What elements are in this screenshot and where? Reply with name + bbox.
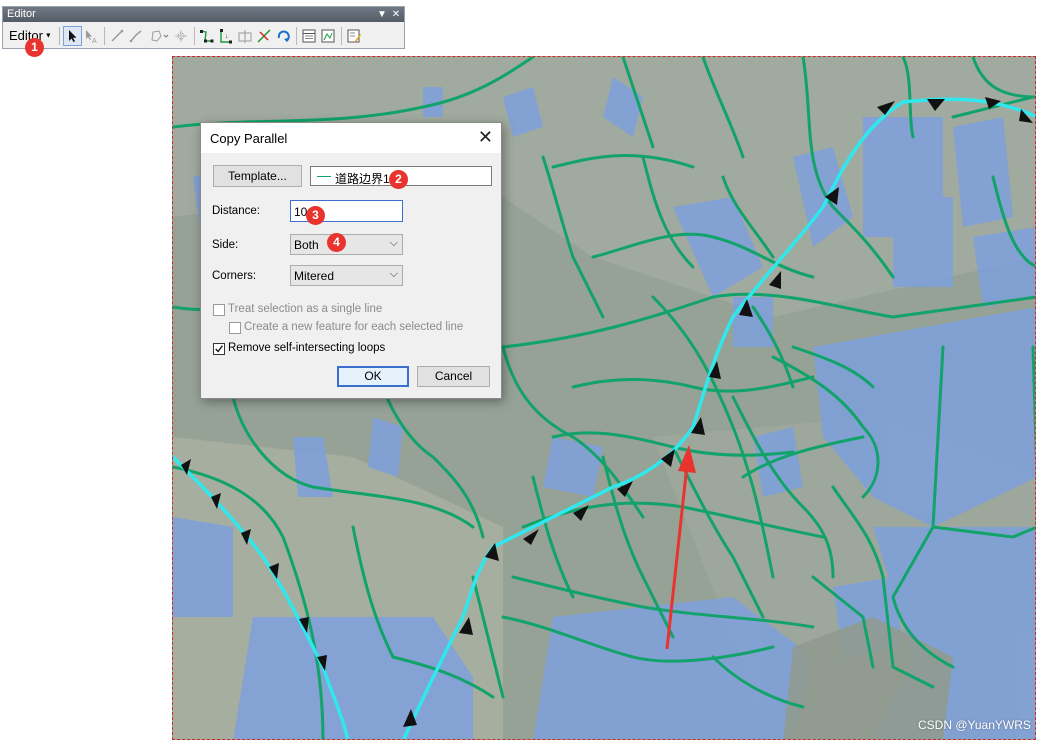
end-point-arc-button[interactable] [127, 26, 146, 46]
chevron-down-icon: ▼ [42, 32, 52, 40]
watermark-text: CSDN @YuanYWRS [918, 718, 1031, 732]
straight-segment-icon [111, 29, 124, 42]
editor-tools-row: Editor ▼ A ↓ [3, 24, 404, 48]
toolbar-separator [58, 27, 60, 45]
editor-toolbar: Editor ▼ ✕ Editor ▼ A ↓ [2, 6, 405, 49]
step-badge-2: 2 [389, 170, 408, 189]
checkmark-icon [215, 345, 223, 353]
create-new-feature-label: Create a new feature for each selected l… [244, 321, 464, 333]
sketch-properties-button[interactable] [319, 26, 338, 46]
step-badge-3: 3 [306, 206, 325, 225]
trace-tool-button[interactable] [146, 26, 172, 46]
trace-icon [151, 30, 169, 42]
editor-toolbar-title: Editor [7, 8, 36, 20]
remove-loops-label: Remove self-intersecting loops [228, 342, 386, 354]
attributes-table-icon [302, 29, 316, 43]
attributes-button[interactable] [300, 26, 319, 46]
cut-polygon-icon [238, 30, 252, 43]
chevron-down-icon: ⌵ [389, 268, 398, 280]
rotate-icon [278, 30, 291, 42]
template-button[interactable]: Template... [213, 165, 302, 187]
annotation-pointer-icon: A [86, 30, 97, 44]
distance-label: Distance: [212, 205, 260, 217]
editor-toolbar-titlebar[interactable]: Editor ▼ ✕ [3, 7, 404, 22]
svg-text:↓: ↓ [225, 33, 229, 40]
corners-label: Corners: [212, 270, 257, 282]
corners-select[interactable]: Mitered ⌵ [290, 265, 403, 286]
edit-vertices-button[interactable] [198, 26, 217, 46]
toolbar-separator [103, 27, 105, 45]
treat-single-line-label: Treat selection as a single line [228, 303, 383, 315]
reshape-icon: ↓ [220, 29, 233, 44]
treat-single-line-checkbox[interactable] [213, 304, 225, 316]
cancel-button[interactable]: Cancel [417, 366, 490, 387]
toolbar-options-icon[interactable]: ▼ [376, 7, 388, 22]
copy-parallel-dialog: Copy Parallel ✕ Template... 道路边界1 Distan… [200, 122, 502, 399]
dialog-titlebar[interactable]: Copy Parallel ✕ [201, 123, 501, 153]
create-features-button[interactable] [345, 26, 364, 46]
line-symbol-icon [317, 176, 331, 177]
dialog-title: Copy Parallel [210, 131, 288, 146]
reshape-feature-button[interactable]: ↓ [217, 26, 236, 46]
corners-value: Mitered [294, 269, 335, 283]
edit-annotation-tool-button[interactable]: A [82, 26, 101, 46]
rotate-tool-button[interactable] [274, 26, 293, 46]
point-tool-button[interactable] [172, 26, 191, 46]
split-icon [257, 29, 271, 43]
toolbar-separator [193, 27, 195, 45]
edit-vertices-icon [200, 30, 214, 43]
step-badge-1: 1 [25, 38, 44, 57]
svg-text:A: A [92, 38, 97, 44]
side-label: Side: [212, 239, 239, 251]
split-tool-button[interactable] [255, 26, 274, 46]
sketch-properties-icon [321, 29, 335, 43]
cut-polygons-button[interactable] [236, 26, 255, 46]
toolbar-separator [295, 27, 297, 45]
edit-tool-button[interactable] [62, 26, 82, 46]
ok-button[interactable]: OK [337, 366, 409, 387]
template-value: 道路边界1 [335, 172, 390, 186]
create-features-icon [347, 29, 362, 43]
sketch-point-icon [175, 30, 188, 42]
remove-loops-checkbox[interactable] [213, 343, 225, 355]
toolbar-separator [340, 27, 342, 45]
arrow-pointer-icon [69, 30, 77, 42]
step-badge-4: 4 [327, 233, 346, 252]
close-icon[interactable]: ✕ [478, 127, 493, 147]
side-value: Both [294, 238, 319, 252]
chevron-down-icon: ⌵ [389, 237, 398, 249]
arc-segment-icon [130, 30, 142, 43]
side-select[interactable]: Both ⌵ [290, 234, 403, 255]
toolbar-close-icon[interactable]: ✕ [390, 7, 402, 22]
create-new-feature-checkbox[interactable] [229, 322, 241, 334]
straight-segment-button[interactable] [108, 26, 127, 46]
